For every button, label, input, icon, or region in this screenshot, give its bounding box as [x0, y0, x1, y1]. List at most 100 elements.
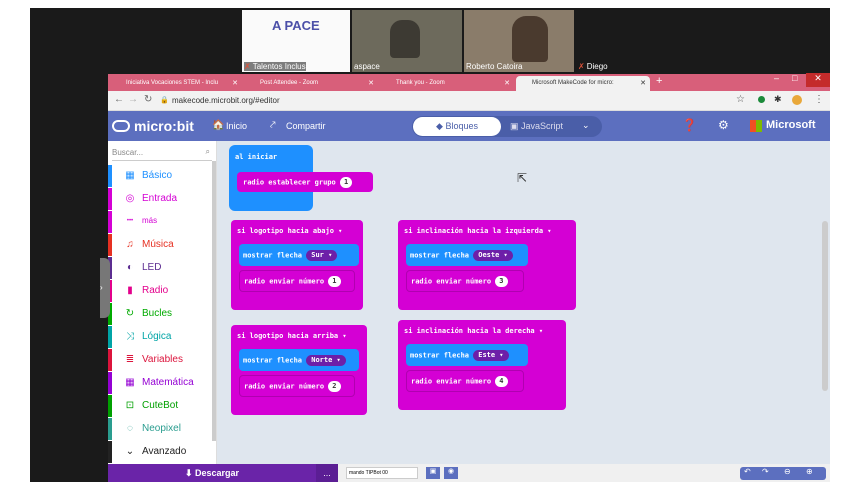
participant-tile[interactable]: Roberto Catoira — [464, 10, 574, 72]
direction-dropdown[interactable]: Oeste ▾ — [473, 250, 513, 261]
redo-icon[interactable]: ↷ — [762, 467, 769, 476]
show-arrow-block[interactable]: mostrar flecha Norte ▾ — [239, 349, 359, 371]
direction-dropdown[interactable]: Sur ▾ — [306, 250, 338, 261]
toolbox-category-neopixel[interactable]: ◌ Neopixel — [108, 418, 216, 440]
star-icon[interactable]: ☆ — [736, 94, 745, 105]
browser-tab[interactable]: Post Attendee - Zoom ✕ — [244, 76, 378, 91]
toolbox-category-cutebot[interactable]: ⊡ CuteBot — [108, 395, 216, 417]
close-icon[interactable]: ✕ — [640, 79, 646, 87]
participant-tile[interactable]: aspace — [352, 10, 462, 72]
github-icon[interactable]: ◉ — [444, 467, 458, 479]
extension-icon[interactable] — [758, 96, 765, 103]
zoom-in-icon[interactable]: ⊕ — [806, 467, 813, 476]
close-window-icon[interactable]: ✕ — [806, 73, 830, 87]
editor-toggle: ◆ Bloques ▣ JavaScript ⌄ — [412, 116, 602, 137]
avatar[interactable] — [792, 95, 802, 105]
direction-dropdown[interactable]: Este ▾ — [473, 350, 509, 361]
new-tab-button[interactable]: + — [656, 75, 662, 87]
aspace-logo: A PACE — [272, 18, 320, 33]
menu-dots-icon[interactable]: ⋮ — [814, 94, 824, 105]
value-pill[interactable]: 3 — [495, 276, 508, 287]
block-label: mostrar flecha — [243, 356, 303, 365]
url-text[interactable]: makecode.microbit.org/#editor — [172, 96, 280, 105]
workspace-scrollbar[interactable] — [822, 221, 828, 391]
value-pill[interactable]: 2 — [328, 381, 341, 392]
value-pill[interactable]: 1 — [339, 177, 353, 188]
toolbox-category-música[interactable]: ♫ Música — [108, 234, 216, 256]
browser-tab-active[interactable]: Microsoft MakeCode for micro: ✕ — [516, 76, 650, 91]
microsoft-link[interactable]: Microsoft — [766, 119, 816, 131]
radio-send-number-block[interactable]: radio enviar número 2 — [239, 375, 355, 397]
brand-title[interactable]: micro:bit — [134, 118, 194, 134]
participant-tile[interactable]: A PACE ✗ Talentos Inclus — [242, 10, 350, 72]
toolbox-category-bucles[interactable]: ↻ Bucles — [108, 303, 216, 325]
home-icon[interactable]: 🏠 — [212, 120, 224, 131]
zoom-out-icon[interactable]: ⊖ — [784, 467, 791, 476]
toolbox-category-matemática[interactable]: ▦ Matemática — [108, 372, 216, 394]
toolbox-category-led[interactable]: ◐ LED — [108, 257, 216, 279]
dropdown-arrow-icon[interactable]: ▾ — [547, 227, 551, 235]
participant-tile[interactable]: ✗ Diego — [576, 10, 636, 72]
toolbox-category-radio[interactable]: ▮ Radio — [108, 280, 216, 302]
event-block-tilt-right[interactable]: si inclinación hacia la derecha ▾ mostrar… — [398, 320, 566, 410]
show-arrow-block[interactable]: mostrar flecha Este ▾ — [406, 344, 528, 366]
more-button[interactable]: ... — [316, 464, 338, 482]
javascript-tab[interactable]: ▣ JavaScript — [510, 116, 563, 137]
close-icon[interactable]: ✕ — [504, 79, 510, 87]
undo-icon[interactable]: ↶ — [744, 467, 751, 476]
minimize-icon[interactable]: – — [774, 73, 779, 83]
share-button[interactable]: Compartir — [286, 121, 326, 131]
help-icon[interactable]: ❓ — [682, 118, 697, 132]
radio-send-number-block[interactable]: radio enviar número 3 — [406, 270, 524, 292]
toolbox-category-más[interactable]: ••• más — [108, 211, 216, 233]
browser-tab[interactable]: Thank you - Zoom ✕ — [380, 76, 514, 91]
event-block-logo-up[interactable]: si logotipo hacia arriba ▾ mostrar flecha… — [231, 325, 367, 415]
blocks-tab[interactable]: ◆ Bloques — [413, 117, 501, 136]
category-color-bar — [108, 326, 112, 348]
toolbox-category-variables[interactable]: ≣ Variables — [108, 349, 216, 371]
reload-icon[interactable]: ↻ — [144, 94, 152, 105]
value-pill[interactable]: 1 — [328, 276, 341, 287]
person-video — [390, 20, 420, 58]
toolbox-category-entrada[interactable]: ◎ Entrada — [108, 188, 216, 210]
toolbox-category-básico[interactable]: ▦ Básico — [108, 165, 216, 187]
forward-icon[interactable]: → — [128, 94, 138, 105]
back-icon[interactable]: ← — [114, 94, 124, 105]
show-arrow-block[interactable]: mostrar flecha Sur ▾ — [239, 244, 359, 266]
direction-dropdown[interactable]: Norte ▾ — [306, 355, 346, 366]
radio-set-group-block[interactable]: radio establecer grupo 1 — [237, 172, 373, 192]
radio-send-number-block[interactable]: radio enviar número 1 — [239, 270, 355, 292]
microsoft-logo-icon — [750, 120, 762, 132]
category-label: Bucles — [142, 308, 173, 319]
dropdown-arrow-icon[interactable]: ▾ — [539, 327, 543, 335]
download-button[interactable]: ⬇ Descargar — [108, 464, 316, 482]
project-name-input[interactable]: mando TIPBot 00 — [346, 467, 418, 479]
show-arrow-block[interactable]: mostrar flecha Oeste ▾ — [406, 244, 528, 266]
block-label: al iniciar — [235, 153, 278, 161]
js-icon: ▣ — [510, 121, 522, 131]
save-icon[interactable]: ▣ — [426, 467, 440, 479]
toolbox-scrollbar[interactable] — [212, 161, 216, 441]
close-icon[interactable]: ✕ — [368, 79, 374, 87]
toolbox-category-avanzado[interactable]: ⌄ Avanzado — [108, 441, 216, 463]
dropdown-arrow-icon[interactable]: ▾ — [338, 227, 342, 235]
on-start-block[interactable]: al iniciar radio establecer grupo 1 — [229, 145, 373, 211]
share-icon[interactable]: ⤤ — [270, 120, 276, 131]
dropdown-arrow-icon[interactable]: ▾ — [342, 332, 346, 340]
search-input[interactable]: Buscar... ⌕ — [112, 145, 212, 161]
radio-send-number-block[interactable]: radio enviar número 4 — [406, 370, 524, 392]
sidebar-expand-handle[interactable]: › — [100, 258, 110, 318]
chevron-down-icon[interactable]: ⌄ — [582, 120, 590, 131]
home-button[interactable]: Inicio — [226, 121, 247, 131]
puzzle-icon[interactable]: ✱ — [774, 94, 782, 105]
category-label: más — [142, 216, 158, 225]
toolbox-category-lógica[interactable]: ⤨ Lógica — [108, 326, 216, 348]
maximize-icon[interactable]: □ — [792, 73, 797, 83]
event-block-tilt-left[interactable]: si inclinación hacia la izquierda ▾ mostr… — [398, 220, 576, 310]
browser-tab[interactable]: Iniciativa Vocaciones STEM - Inclu ✕ — [110, 76, 242, 91]
event-block-logo-down[interactable]: si logotipo hacia abajo ▾ mostrar flecha … — [231, 220, 363, 310]
value-pill[interactable]: 4 — [495, 376, 508, 387]
close-icon[interactable]: ✕ — [232, 79, 238, 87]
category-label: CuteBot — [142, 400, 179, 411]
gear-icon[interactable]: ⚙ — [718, 118, 729, 132]
